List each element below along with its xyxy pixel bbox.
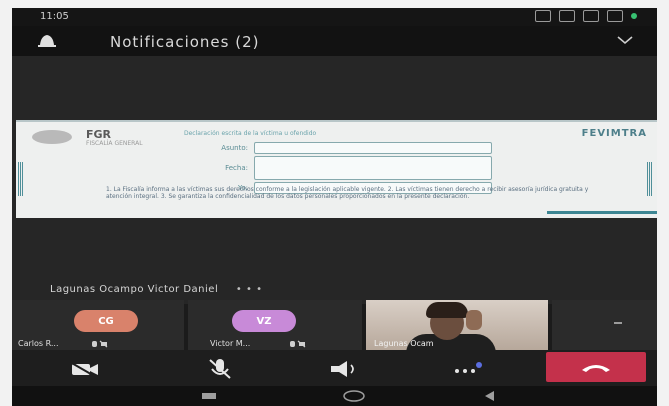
avatar-initials: VZ: [256, 315, 272, 327]
avatar: CG: [74, 310, 138, 332]
participant-tile[interactable]: VZ Victor M...: [188, 300, 362, 350]
shared-screen-stage: FGR FISCALÍA GENERAL Declaración escrita…: [12, 56, 657, 304]
battery-icon: [607, 10, 623, 22]
document-brand: FEVIMTRA: [581, 128, 647, 139]
shared-document: FGR FISCALÍA GENERAL Declaración escrita…: [16, 120, 657, 218]
field-box: [254, 156, 492, 180]
camera-off-icon: [69, 361, 98, 378]
field-row: Asunto:: [192, 142, 492, 154]
charging-dot-icon: [631, 13, 637, 19]
seal-icon: [32, 130, 72, 144]
speaker-name: Lagunas Ocampo Victor Daniel: [50, 284, 219, 295]
participant-video-tile[interactable]: Lagunas Ocam: [366, 300, 548, 350]
avatar-initials: CG: [98, 315, 114, 327]
speaker-toggle-button[interactable]: [324, 356, 368, 382]
notifications-title: Notificaciones (2): [110, 33, 260, 51]
field-label: Asunto:: [221, 144, 248, 152]
more-participants-tile[interactable]: [552, 300, 657, 350]
video-person-hair: [426, 302, 468, 318]
mic-off-icon: [209, 359, 231, 379]
org-subtitle: FISCALÍA GENERAL: [86, 140, 143, 147]
alarm-icon: [535, 10, 551, 22]
document-paragraph: 1. La Fiscalía informa a las víctimas su…: [106, 186, 589, 200]
recents-button[interactable]: [202, 393, 216, 399]
active-speaker-label: Lagunas Ocampo Victor Daniel • • •: [50, 284, 262, 295]
field-box: [254, 142, 492, 154]
more-icon: [455, 362, 482, 373]
participant-tile[interactable]: CG Carlos R...: [12, 300, 184, 350]
status-icons: [535, 10, 637, 22]
speaker-icon: [331, 361, 354, 377]
bell-icon: [38, 35, 56, 47]
field-row: Fecha:: [192, 156, 492, 180]
chevron-down-icon[interactable]: [615, 32, 635, 48]
mic-toggle-button[interactable]: [198, 356, 242, 382]
minimize-icon: [614, 322, 622, 324]
document-accent-line: [547, 211, 657, 214]
hangup-icon: [582, 365, 610, 372]
status-bar: 11:05: [12, 8, 657, 26]
participant-name: Carlos R...: [18, 339, 59, 348]
barcode-left: [18, 162, 24, 196]
home-button[interactable]: [342, 389, 366, 403]
mic-off-icon: [92, 340, 108, 348]
avatar: VZ: [232, 310, 296, 332]
mic-off-icon: [290, 340, 306, 348]
video-person-hand: [466, 310, 482, 330]
back-button[interactable]: [482, 390, 496, 402]
participant-name: Victor M...: [210, 339, 251, 348]
barcode-right: [647, 162, 653, 196]
android-nav-bar: [12, 386, 657, 406]
field-label: Fecha:: [225, 164, 248, 172]
participant-tiles: CG Carlos R... VZ Victor M... Lagunas Oc…: [12, 300, 657, 350]
more-options-icon[interactable]: • • •: [236, 284, 263, 295]
call-toolbar: [12, 350, 657, 386]
phone-screen: 11:05 Notificaciones (2) FGR FISCALÍA GE…: [12, 8, 657, 406]
document-header: Declaración escrita de la víctima u ofen…: [184, 130, 317, 137]
signal-icon: [559, 10, 575, 22]
camera-toggle-button[interactable]: [62, 356, 106, 382]
notifications-bar[interactable]: Notificaciones (2): [12, 26, 657, 56]
participant-name: Lagunas Ocam: [374, 339, 434, 348]
wifi-icon: [583, 10, 599, 22]
status-time: 11:05: [40, 11, 69, 22]
more-button[interactable]: [446, 356, 490, 382]
hangup-button[interactable]: [546, 352, 646, 382]
